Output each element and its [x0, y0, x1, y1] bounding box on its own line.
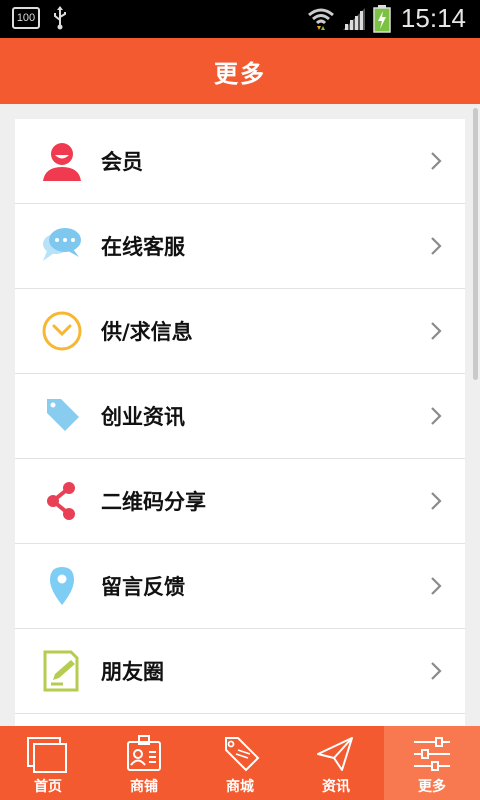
- location-pin-icon: [50, 567, 74, 605]
- menu-item-online-service[interactable]: 在线客服: [15, 204, 465, 289]
- bottom-tab-bar: 首页 商铺 商城 资讯 更多: [0, 726, 480, 800]
- page-title: 更多: [214, 59, 266, 88]
- scrollbar[interactable]: [473, 108, 478, 380]
- chevron-right-icon: [431, 407, 442, 425]
- menu-item-label: 朋友圈: [101, 660, 164, 684]
- sale-tag-icon: [225, 737, 260, 772]
- sliders-icon: [414, 737, 450, 771]
- clock-icon: [42, 311, 82, 351]
- tab-news[interactable]: 资讯: [288, 726, 384, 800]
- chevron-right-icon: [431, 577, 442, 595]
- tag-icon: [47, 399, 79, 431]
- battery-charging-icon: [373, 4, 391, 33]
- status-bar: 100 15:14: [0, 0, 480, 38]
- menu-item-label: 创业资讯: [101, 405, 185, 429]
- chat-bubble-icon: [43, 228, 81, 261]
- title-bar: 更多: [0, 38, 480, 104]
- chevron-right-icon: [431, 152, 442, 170]
- tab-mall[interactable]: 商城: [192, 726, 288, 800]
- tab-shop[interactable]: 商铺: [96, 726, 192, 800]
- menu-item-supply-demand[interactable]: 供/求信息: [15, 289, 465, 374]
- menu-item-member[interactable]: 会员: [15, 119, 465, 204]
- menu-item-label: 供/求信息: [101, 320, 193, 344]
- tab-label: 首页: [34, 779, 62, 795]
- tab-label: 商铺: [130, 779, 158, 795]
- usb-icon: [54, 6, 66, 30]
- chevron-right-icon: [431, 662, 442, 680]
- menu-item-startup-news[interactable]: 创业资讯: [15, 374, 465, 459]
- menu-item-label: 二维码分享: [101, 490, 206, 514]
- tab-label: 更多: [418, 779, 446, 795]
- battery-level-badge: 100: [12, 7, 40, 29]
- signal-icon: [342, 7, 365, 30]
- more-menu-list: 会员 在线客服 供/求信息 创业资讯 二维码分享 留言反馈 朋友圈: [15, 119, 465, 739]
- paper-plane-icon: [317, 737, 353, 771]
- menu-item-label: 留言反馈: [101, 575, 185, 599]
- tab-more[interactable]: 更多: [384, 726, 480, 800]
- menu-item-moments[interactable]: 朋友圈: [15, 629, 465, 714]
- edit-note-icon: [43, 650, 79, 692]
- member-icon: [43, 143, 81, 181]
- clock-time: 15:14: [400, 3, 466, 33]
- chevron-right-icon: [431, 322, 442, 340]
- tab-label: 商城: [226, 779, 254, 795]
- chevron-right-icon: [431, 492, 442, 510]
- menu-item-qr-share[interactable]: 二维码分享: [15, 459, 465, 544]
- share-icon: [47, 482, 75, 520]
- wifi-icon: [307, 8, 334, 30]
- menu-item-label: 在线客服: [101, 235, 185, 259]
- chevron-right-icon: [431, 237, 442, 255]
- tab-home[interactable]: 首页: [0, 726, 96, 800]
- tab-label: 资讯: [322, 779, 350, 795]
- id-card-icon: [127, 735, 161, 771]
- menu-item-feedback[interactable]: 留言反馈: [15, 544, 465, 629]
- home-pages-icon: [27, 737, 67, 773]
- menu-item-label: 会员: [101, 150, 143, 174]
